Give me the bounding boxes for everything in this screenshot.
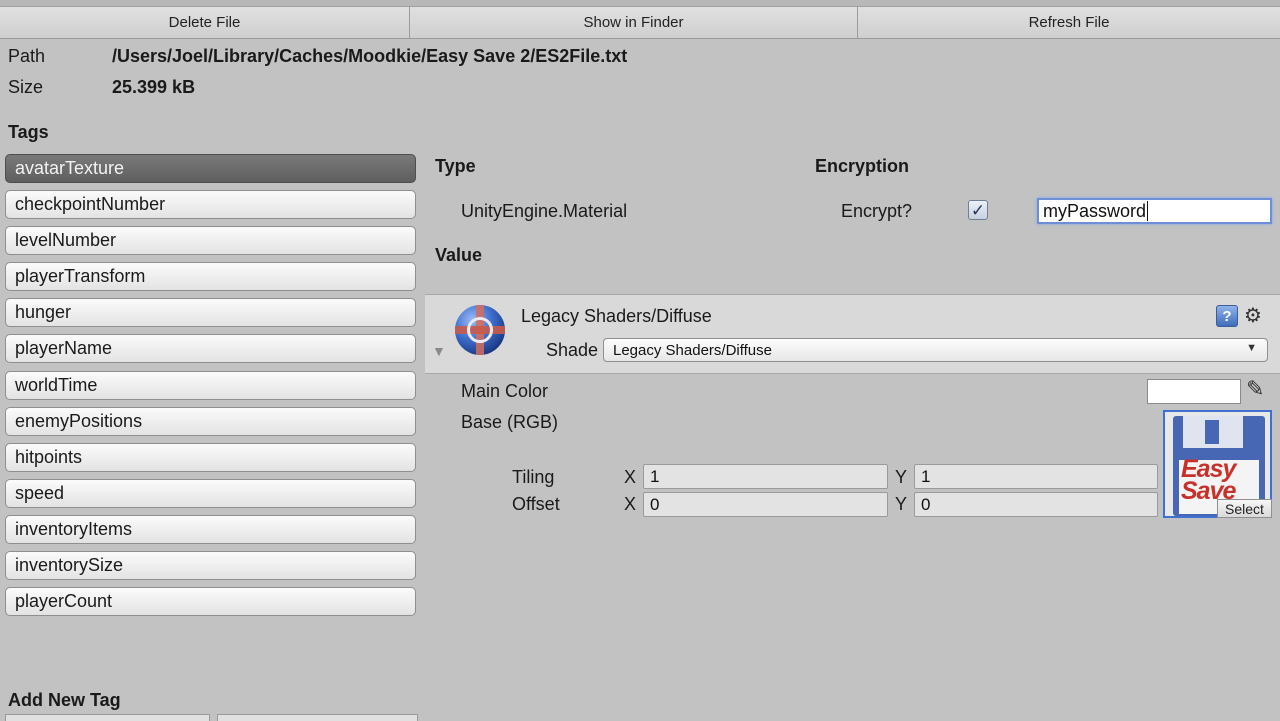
tags-heading: Tags <box>8 122 49 142</box>
tag-item[interactable]: hunger <box>5 298 416 327</box>
tiling-label: Tiling <box>512 467 555 487</box>
tag-item[interactable]: enemyPositions <box>5 407 416 436</box>
foldout-arrow-icon[interactable]: ▼ <box>432 343 446 359</box>
material-preview-sphere <box>455 305 505 355</box>
offset-label: Offset <box>512 494 560 514</box>
encryption-heading: Encryption <box>815 156 910 176</box>
tiling-x-label: X <box>624 467 637 487</box>
help-icon[interactable]: ? <box>1216 305 1238 327</box>
texture-logo: Easy Save <box>1181 455 1236 505</box>
chevron-down-icon: ▼ <box>1246 342 1257 354</box>
tiling-x-field[interactable]: 1 <box>643 464 888 489</box>
tag-item[interactable]: checkpointNumber <box>5 190 416 219</box>
size-value: 25.399 kB <box>112 77 196 97</box>
tag-item[interactable]: levelNumber <box>5 226 416 255</box>
offset-y-label: Y <box>895 494 908 514</box>
material-name: Legacy Shaders/Diffuse <box>521 306 712 326</box>
tag-item[interactable]: speed <box>5 479 416 508</box>
show-in-finder-button[interactable]: Show in Finder <box>410 6 858 38</box>
size-label: Size <box>8 77 44 97</box>
value-heading: Value <box>435 245 483 265</box>
shader-label: Shade <box>546 340 599 360</box>
encrypt-label: Encrypt? <box>841 201 913 221</box>
encrypt-checkbox[interactable]: ✓ <box>968 200 988 220</box>
path-label: Path <box>8 46 46 66</box>
tag-item[interactable]: hitpoints <box>5 443 416 472</box>
offset-y-field[interactable]: 0 <box>914 492 1158 517</box>
tag-item[interactable]: playerCount <box>5 587 416 616</box>
add-new-tag-heading: Add New Tag <box>8 690 121 710</box>
offset-x-field[interactable]: 0 <box>643 492 888 517</box>
password-input[interactable]: myPassword <box>1037 198 1272 224</box>
tiling-y-label: Y <box>895 467 908 487</box>
tag-item[interactable]: playerTransform <box>5 262 416 291</box>
texture-select-button[interactable]: Select <box>1217 499 1272 518</box>
delete-file-button[interactable]: Delete File <box>0 6 410 38</box>
shader-dropdown-value: Legacy Shaders/Diffuse <box>613 341 772 359</box>
password-value: myPassword <box>1043 200 1147 221</box>
offset-x-label: X <box>624 494 637 514</box>
main-color-label: Main Color <box>461 381 549 401</box>
tag-item[interactable]: avatarTexture <box>5 154 416 183</box>
refresh-file-button[interactable]: Refresh File <box>858 6 1280 38</box>
path-value: /Users/Joel/Library/Caches/Moodkie/Easy … <box>112 46 628 66</box>
checkmark-icon: ✓ <box>970 200 986 220</box>
gear-icon[interactable]: ⚙ <box>1244 303 1262 328</box>
main-color-swatch[interactable] <box>1147 379 1241 404</box>
type-value: UnityEngine.Material <box>461 201 628 221</box>
tiling-y-field[interactable]: 1 <box>914 464 1158 489</box>
toolbar: Delete File Show in Finder Refresh File <box>0 0 1280 39</box>
tag-item[interactable]: inventoryItems <box>5 515 416 544</box>
tag-item[interactable]: playerName <box>5 334 416 363</box>
base-rgb-label: Base (RGB) <box>461 412 559 432</box>
text-caret <box>1147 201 1149 221</box>
tag-item[interactable]: worldTime <box>5 371 416 400</box>
tag-item[interactable]: inventorySize <box>5 551 416 580</box>
eyedropper-icon[interactable]: ✎ <box>1246 376 1264 402</box>
type-heading: Type <box>435 156 476 176</box>
shader-dropdown[interactable]: Legacy Shaders/Diffuse ▼ <box>603 338 1268 362</box>
